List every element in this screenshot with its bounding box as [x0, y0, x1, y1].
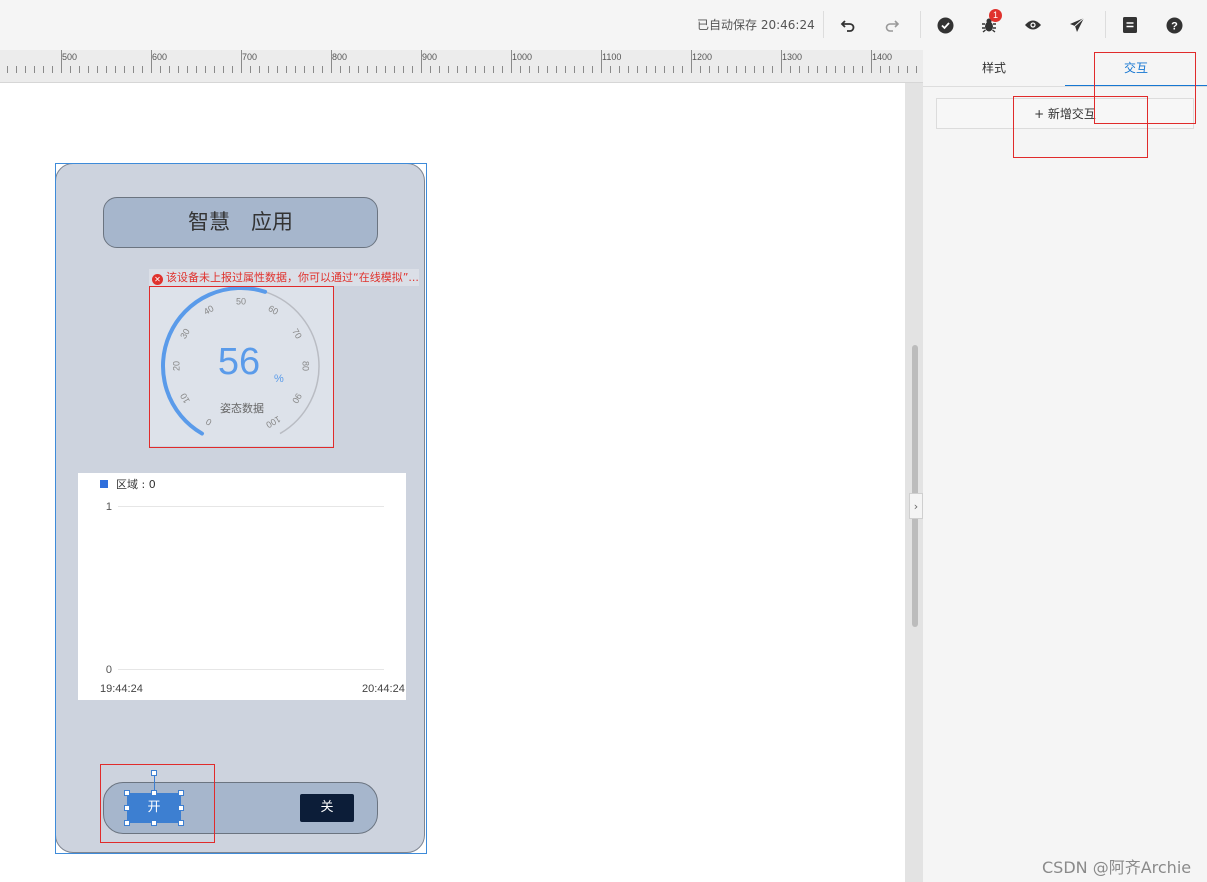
- toolbar-divider: [1105, 11, 1106, 38]
- y-tick-label: 0: [106, 664, 112, 676]
- gauge-tick-label: 40: [202, 303, 216, 317]
- gauge-tick-label: 90: [290, 391, 304, 405]
- gauge-tick-label: 100: [264, 414, 282, 430]
- ruler-scale: 500 600 700 800 900 1000 1100 1200 1300 1400: [7, 50, 917, 73]
- ruler-label: 1300: [782, 52, 802, 62]
- error-icon: ✕: [152, 274, 163, 285]
- gauge-value: 56: [218, 341, 260, 383]
- properties-panel: 样式 交互 + 新增交互: [923, 50, 1207, 882]
- ruler-label: 1400: [872, 52, 892, 62]
- eye-icon[interactable]: [1022, 14, 1044, 36]
- ruler-label: 600: [152, 52, 167, 62]
- ruler-label: 1200: [692, 52, 712, 62]
- redo-icon[interactable]: [881, 14, 903, 36]
- scrollbar-thumb[interactable]: [912, 345, 918, 627]
- x-tick-label: 19:44:24: [100, 683, 143, 695]
- device-error-message: ✕ 该设备未上报过属性数据，你可以通过“在线模拟”...: [149, 269, 419, 286]
- gauge-unit: %: [274, 373, 284, 385]
- resize-handle[interactable]: [178, 820, 184, 826]
- resize-handle[interactable]: [124, 790, 130, 796]
- gauge-tick-label: 10: [178, 391, 192, 405]
- ruler-label: 900: [422, 52, 437, 62]
- off-button[interactable]: 关: [300, 794, 354, 822]
- bug-icon[interactable]: 1: [978, 9, 1002, 36]
- help-icon[interactable]: ?: [1163, 14, 1185, 36]
- bug-count-badge: 1: [989, 9, 1002, 22]
- gauge-label: 姿态数据: [220, 401, 264, 415]
- watermark: CSDN @阿齐Archie: [1042, 858, 1192, 877]
- svg-text:?: ?: [1171, 20, 1178, 32]
- chart-plot: 区域 : 0 1 0 19:44:24 20:44:24: [100, 478, 405, 695]
- tab-style[interactable]: 样式: [923, 50, 1065, 86]
- gauge-tick-label: 0: [204, 416, 213, 427]
- add-interaction-button[interactable]: + 新增交互: [936, 98, 1194, 129]
- gauge-component[interactable]: 0 10 20 30 40 50 60 70 80 90 100 56% 姿态数据: [149, 286, 333, 446]
- top-toolbar: 已自动保存 20:46:24 1 ?: [0, 0, 1207, 50]
- gauge-tick-label: 70: [290, 327, 304, 341]
- gauge-tick-label: 60: [266, 303, 280, 317]
- on-button[interactable]: 开: [127, 793, 181, 823]
- line-chart-component[interactable]: 区域 : 0 1 0 19:44:24 20:44:24: [78, 473, 406, 700]
- collapse-panel-toggle[interactable]: ›: [909, 493, 923, 519]
- y-tick-label: 1: [106, 501, 112, 513]
- check-icon[interactable]: [934, 14, 956, 36]
- gauge-tick-label: 80: [301, 361, 311, 371]
- gauge-dial: 0 10 20 30 40 50 60 70 80 90 100 56 % 姿态数据: [161, 286, 320, 436]
- legend-swatch: [100, 480, 108, 488]
- ruler-label: 800: [332, 52, 347, 62]
- error-text: 该设备未上报过属性数据，你可以通过“在线模拟”...: [166, 271, 419, 284]
- page-title: 智慧 应用: [188, 210, 293, 234]
- tab-divider: [923, 86, 1207, 87]
- ruler-label: 1100: [602, 52, 621, 62]
- gauge-tick-label: 30: [178, 327, 192, 341]
- gauge-tick-label: 20: [171, 361, 181, 371]
- resize-handle[interactable]: [151, 790, 157, 796]
- undo-icon[interactable]: [837, 14, 859, 36]
- autosave-status: 已自动保存 20:46:24: [697, 18, 815, 32]
- resize-handle[interactable]: [124, 805, 130, 811]
- send-icon[interactable]: [1066, 14, 1088, 36]
- rotate-handle[interactable]: [151, 770, 157, 776]
- legend-label: 区域 : 0: [116, 478, 156, 491]
- toolbar-divider: [823, 11, 824, 38]
- canvas-scrollbar[interactable]: [905, 83, 923, 882]
- resize-handle[interactable]: [124, 820, 130, 826]
- resize-handle[interactable]: [151, 820, 157, 826]
- x-tick-label: 20:44:24: [362, 683, 405, 695]
- chevron-right-icon: ›: [913, 499, 919, 513]
- gauge-tick-label: 50: [236, 296, 246, 306]
- ruler-label: 700: [242, 52, 257, 62]
- ruler-label: 500: [62, 52, 77, 62]
- resize-handle[interactable]: [178, 790, 184, 796]
- page-title-component[interactable]: 智慧 应用: [103, 197, 378, 248]
- ruler-label: 1000: [512, 52, 532, 62]
- horizontal-ruler: 500 600 700 800 900 1000 1100 1200 1300 1400: [0, 50, 923, 83]
- document-icon[interactable]: [1119, 14, 1141, 36]
- toolbar-divider: [920, 11, 921, 38]
- resize-handle[interactable]: [178, 805, 184, 811]
- tab-interaction[interactable]: 交互: [1065, 50, 1207, 87]
